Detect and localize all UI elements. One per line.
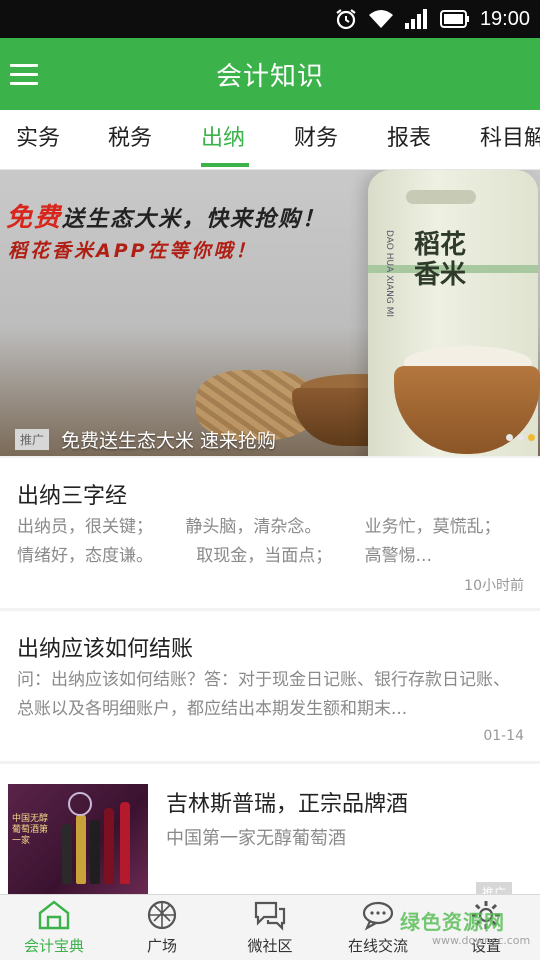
article-card[interactable]: 出纳应该如何结账 问：出纳应该如何结账？答：对于现金日记账、银行存款日记账、总账… (0, 611, 540, 761)
article-summary: 问：出纳应该如何结账？答：对于现金日记账、银行存款日记账、总账以及各明细账户，都… (17, 670, 510, 719)
online-chat-icon (362, 901, 394, 931)
nav-label: 广场 (146, 937, 177, 955)
bag-label: 稻花香米 (414, 230, 467, 290)
tab-shuiwu[interactable]: 税务 (108, 110, 152, 169)
article-title: 出纳三字经 (17, 484, 128, 509)
article-time: 01-14 (483, 728, 524, 744)
nav-label: 会计宝典 (23, 937, 84, 955)
article-card[interactable]: 出纳三字经 出纳员，很关键； 静头脑，清杂念。 业务忙，莫慌乱； 情绪好，态度谦… (0, 458, 540, 608)
article-title: 出纳应该如何结账 (17, 637, 194, 662)
page-title: 会计知识 (215, 61, 324, 92)
carousel-dot[interactable] (517, 434, 524, 441)
app-bar: 会计知识 (0, 38, 540, 110)
ad-image-text: 中国无醇葡萄酒第一家 (12, 814, 49, 846)
carousel-dots (506, 434, 535, 441)
promo-tag: 推广 (15, 428, 50, 450)
bag-pinyin: DAO HUA XIANG MI (384, 230, 394, 318)
wine-ad-image: 中国无醇葡萄酒第一家 (8, 784, 148, 894)
ad-description: 中国第一家无醇葡萄酒 (166, 828, 346, 849)
status-bar: 19:00 (0, 0, 540, 38)
status-time: 19:00 (479, 7, 530, 30)
category-tabs: 实务 税务 出纳 财务 报表 科目解 (0, 110, 540, 170)
tab-chuna[interactable]: 出纳 (201, 110, 245, 169)
tab-baobiao[interactable]: 报表 (387, 110, 431, 169)
aperture-icon (147, 900, 177, 930)
menu-icon[interactable] (10, 60, 38, 88)
tab-shiwu[interactable]: 实务 (16, 110, 60, 169)
tab-caiwu[interactable]: 财务 (294, 110, 338, 169)
nav-label: 微社区 (247, 937, 293, 955)
signal-icon (404, 9, 427, 29)
wifi-icon (368, 10, 393, 28)
watermark-url: www.downcc.com (432, 934, 531, 947)
banner-caption-text: 免费送生态大米 速来抢购 (61, 429, 277, 452)
nav-weishequ[interactable]: 微社区 (216, 895, 324, 960)
alarm-icon (336, 9, 356, 30)
watermark: 绿色资源网 (400, 910, 505, 934)
nav-guangchang[interactable]: 广场 (108, 895, 216, 960)
article-time: 10小时前 (464, 578, 524, 594)
chat-bubbles-icon (254, 901, 286, 931)
ad-card[interactable]: 中国无醇葡萄酒第一家 吉林斯普瑞，正宗品牌酒 中国第一家无醇葡萄酒 推广 (0, 764, 540, 904)
battery-icon (439, 10, 469, 28)
ad-title: 吉林斯普瑞，正宗品牌酒 (166, 792, 409, 817)
banner-subheadline: 稻花香米APP在等你哦！ (8, 240, 258, 262)
nav-kuaiji-baodian[interactable]: 会计宝典 (0, 895, 108, 960)
book-icon (38, 900, 70, 930)
banner-caption: 推广 免费送生态大米 速来抢购 (0, 422, 540, 456)
tab-indicator (201, 163, 249, 167)
nav-label: 在线交流 (347, 937, 408, 955)
banner-headline: 免费送生态大米，快来抢购！ (6, 203, 327, 233)
carousel-dot[interactable] (506, 434, 513, 441)
tab-kemujie[interactable]: 科目解 (480, 110, 540, 169)
article-summary: 出纳员，很关键； 静头脑，清杂念。 业务忙，莫慌乱； 情绪好，态度谦。 取现金，… (17, 517, 501, 566)
carousel-dot-active[interactable] (528, 434, 535, 441)
promo-banner[interactable]: 免费送生态大米，快来抢购！ 稻花香米APP在等你哦！ DAO HUA XIANG… (0, 170, 540, 456)
